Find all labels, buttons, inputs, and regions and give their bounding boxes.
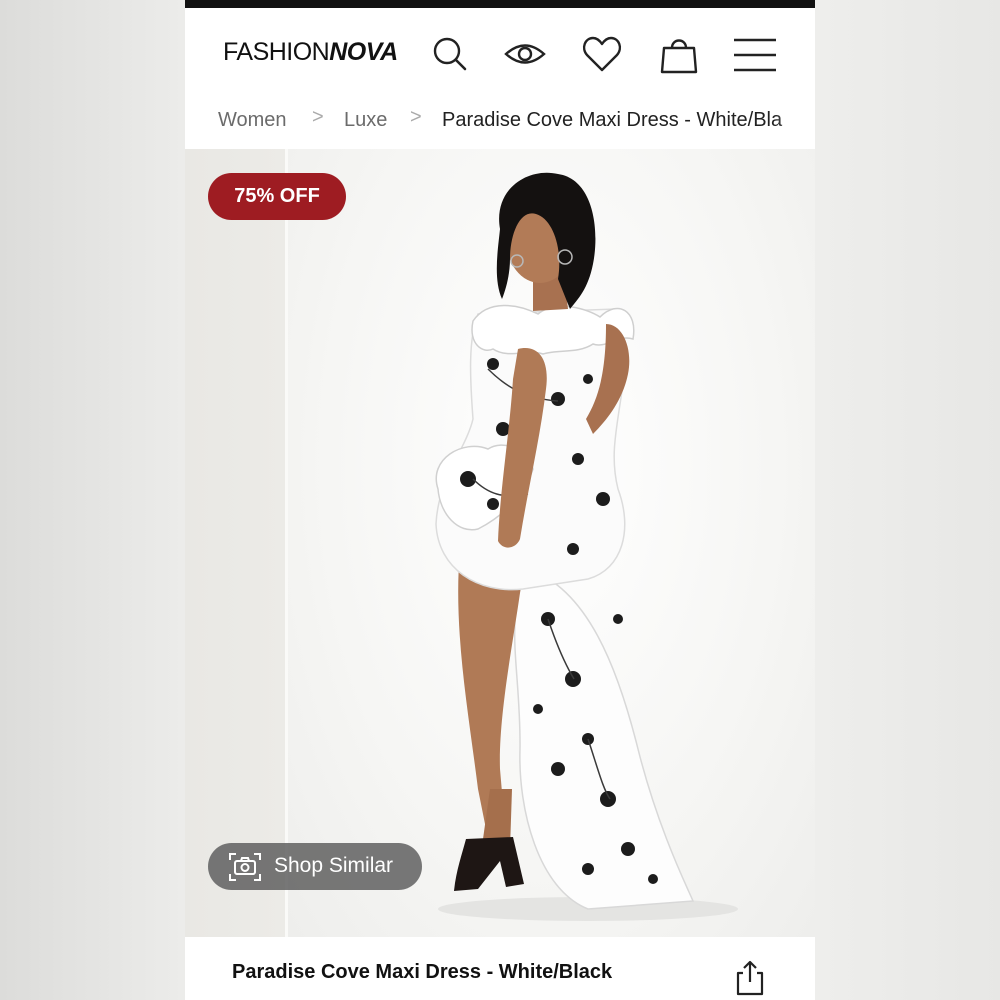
shop-similar-button[interactable]: Shop Similar xyxy=(208,843,422,890)
chevron-right-icon: > xyxy=(410,106,422,128)
hamburger-menu-icon[interactable] xyxy=(733,32,777,76)
heart-icon[interactable] xyxy=(580,32,624,76)
background-right xyxy=(815,0,1000,1000)
shopping-bag-icon[interactable] xyxy=(657,32,701,76)
background-left xyxy=(0,0,185,1000)
eye-icon[interactable] xyxy=(503,32,547,76)
shop-similar-label: Shop Similar xyxy=(274,854,394,877)
logo-light: FASHION xyxy=(223,38,330,66)
product-title: Paradise Cove Maxi Dress - White/Black xyxy=(232,961,613,983)
discount-badge: 75% OFF xyxy=(208,173,346,220)
share-icon[interactable] xyxy=(733,959,767,997)
status-bar xyxy=(185,0,815,8)
product-photo[interactable] xyxy=(288,149,815,937)
breadcrumb: Women > Luxe > Paradise Cove Maxi Dress … xyxy=(185,103,815,149)
breadcrumb-luxe[interactable]: Luxe xyxy=(344,109,387,132)
chevron-right-icon: > xyxy=(312,106,324,128)
phone-screen: FASHIONNOVA Women > Luxe > Paradise Cove… xyxy=(185,0,815,1000)
breadcrumb-fade xyxy=(775,103,815,149)
breadcrumb-current-product: Paradise Cove Maxi Dress - White/Bla xyxy=(442,109,783,131)
search-icon[interactable] xyxy=(428,32,472,76)
product-title-row: Paradise Cove Maxi Dress - White/Black xyxy=(185,937,815,1000)
camera-icon xyxy=(228,851,262,883)
product-gallery[interactable]: 75% OFF Shop Similar xyxy=(185,149,815,937)
site-header: FASHIONNOVA xyxy=(185,8,815,103)
logo-bold: NOVA xyxy=(329,38,398,66)
fashion-nova-logo[interactable]: FASHIONNOVA xyxy=(223,38,398,67)
previous-image-peek[interactable] xyxy=(185,149,285,937)
model-illustration xyxy=(435,172,738,921)
breadcrumb-women[interactable]: Women xyxy=(218,109,287,132)
